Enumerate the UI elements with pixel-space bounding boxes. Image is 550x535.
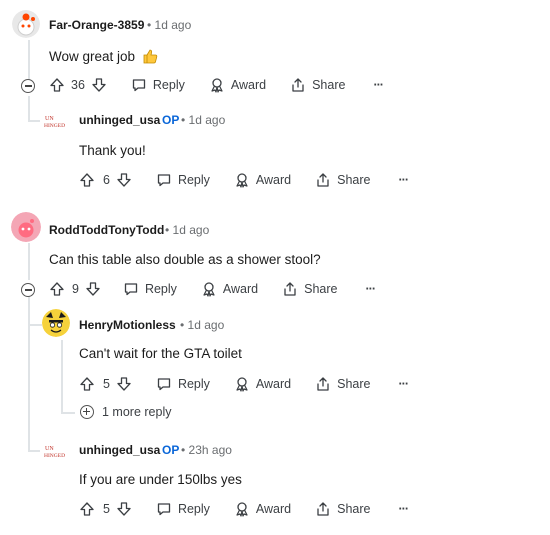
upvote-icon[interactable]: [79, 501, 95, 517]
award-button[interactable]: Award: [201, 281, 258, 297]
comment-author[interactable]: Far-Orange-3859: [49, 18, 144, 32]
downvote-icon[interactable]: [116, 172, 132, 188]
thread-line-branch: [28, 324, 42, 326]
thread-line-branch: [61, 412, 75, 414]
award-icon: [234, 501, 250, 517]
downvote-icon[interactable]: [116, 501, 132, 517]
share-icon: [315, 501, 331, 517]
reply-icon: [123, 281, 139, 297]
expand-icon: [80, 405, 94, 419]
comment-body: Thank you!: [79, 143, 146, 158]
share-icon: [315, 376, 331, 392]
thread-line: [28, 243, 30, 280]
comment-meta: • 1d ago: [180, 318, 225, 332]
comment-author[interactable]: unhinged_usa: [79, 443, 160, 457]
share-button[interactable]: Share: [315, 376, 371, 392]
award-icon: [201, 281, 217, 297]
award-button[interactable]: Award: [234, 172, 291, 188]
svg-text:UN: UN: [45, 446, 54, 452]
avatar[interactable]: [42, 309, 70, 337]
reply-button[interactable]: Reply: [156, 172, 210, 188]
avatar[interactable]: UN HINGED: [42, 438, 68, 464]
svg-text:UN: UN: [45, 116, 54, 122]
vote-count: 9: [72, 282, 79, 296]
thread-line: [28, 296, 30, 450]
reply-button[interactable]: Reply: [123, 281, 177, 297]
avatar[interactable]: [12, 10, 40, 38]
more-icon[interactable]: ···: [399, 173, 409, 187]
comment-meta: • 1d ago: [165, 223, 210, 237]
svg-text:HINGED: HINGED: [44, 453, 65, 459]
downvote-icon[interactable]: [91, 77, 107, 93]
share-icon: [290, 77, 306, 93]
comment-meta: • 1d ago: [181, 113, 226, 127]
thumbs-up-icon: [142, 48, 158, 67]
more-replies-button[interactable]: 1 more reply: [80, 405, 171, 419]
thread-line: [61, 340, 63, 413]
reply-button[interactable]: Reply: [156, 501, 210, 517]
award-button[interactable]: Award: [209, 77, 266, 93]
more-icon[interactable]: ···: [399, 502, 409, 516]
comment-author[interactable]: RoddToddTonyTodd: [49, 223, 164, 237]
reply-icon: [156, 501, 172, 517]
share-button[interactable]: Share: [290, 77, 345, 93]
reply-icon: [156, 376, 172, 392]
comment-actions: 5 Reply Award Share ···: [79, 499, 409, 519]
comment-actions: 6 Reply Award Share ···: [79, 170, 409, 190]
share-button[interactable]: Share: [315, 172, 371, 188]
more-icon[interactable]: ···: [373, 78, 383, 92]
thread-line-branch: [28, 450, 40, 452]
upvote-icon[interactable]: [49, 281, 65, 297]
collapse-icon[interactable]: [21, 79, 35, 93]
reply-icon: [156, 172, 172, 188]
downvote-icon[interactable]: [85, 281, 101, 297]
comment-actions: 36 Reply Award Share ···: [49, 75, 384, 95]
upvote-icon[interactable]: [49, 77, 65, 93]
comment-body: If you are under 150lbs yes: [79, 472, 242, 487]
avatar[interactable]: UN HINGED: [42, 108, 68, 134]
award-icon: [234, 172, 250, 188]
comment-body: Can this table also double as a shower s…: [49, 252, 321, 267]
reply-button[interactable]: Reply: [156, 376, 210, 392]
op-badge: OP: [162, 443, 180, 457]
more-icon[interactable]: ···: [366, 282, 376, 296]
thread-line: [28, 40, 30, 84]
downvote-icon[interactable]: [116, 376, 132, 392]
award-icon: [234, 376, 250, 392]
award-button[interactable]: Award: [234, 501, 291, 517]
op-badge: OP: [162, 113, 180, 127]
comment-actions: 9 Reply Award Share ···: [49, 279, 376, 299]
award-icon: [209, 77, 225, 93]
comment-body: Wow great job: [49, 48, 158, 67]
vote-count: 5: [103, 502, 110, 516]
upvote-icon[interactable]: [79, 172, 95, 188]
comment-actions: 5 Reply Award Share ···: [79, 374, 409, 394]
comment-author[interactable]: HenryMotionless: [79, 318, 176, 332]
upvote-icon[interactable]: [79, 376, 95, 392]
comment-author[interactable]: unhinged_usa: [79, 113, 160, 127]
share-button[interactable]: Share: [315, 501, 371, 517]
collapse-icon[interactable]: [21, 283, 35, 297]
svg-text:HINGED: HINGED: [44, 123, 65, 129]
award-button[interactable]: Award: [234, 376, 291, 392]
more-icon[interactable]: ···: [399, 377, 409, 391]
vote-count: 36: [71, 78, 85, 92]
comment-meta: • 23h ago: [181, 443, 232, 457]
share-icon: [282, 281, 298, 297]
thread-line-branch: [28, 120, 40, 122]
share-icon: [315, 172, 331, 188]
vote-count: 5: [103, 377, 110, 391]
vote-count: 6: [103, 173, 110, 187]
comment-meta: • 1d ago: [147, 18, 192, 32]
reply-button[interactable]: Reply: [131, 77, 185, 93]
avatar[interactable]: [11, 212, 41, 242]
thread-line: [28, 96, 30, 121]
reply-icon: [131, 77, 147, 93]
comment-body: Can't wait for the GTA toilet: [79, 346, 242, 361]
share-button[interactable]: Share: [282, 281, 338, 297]
